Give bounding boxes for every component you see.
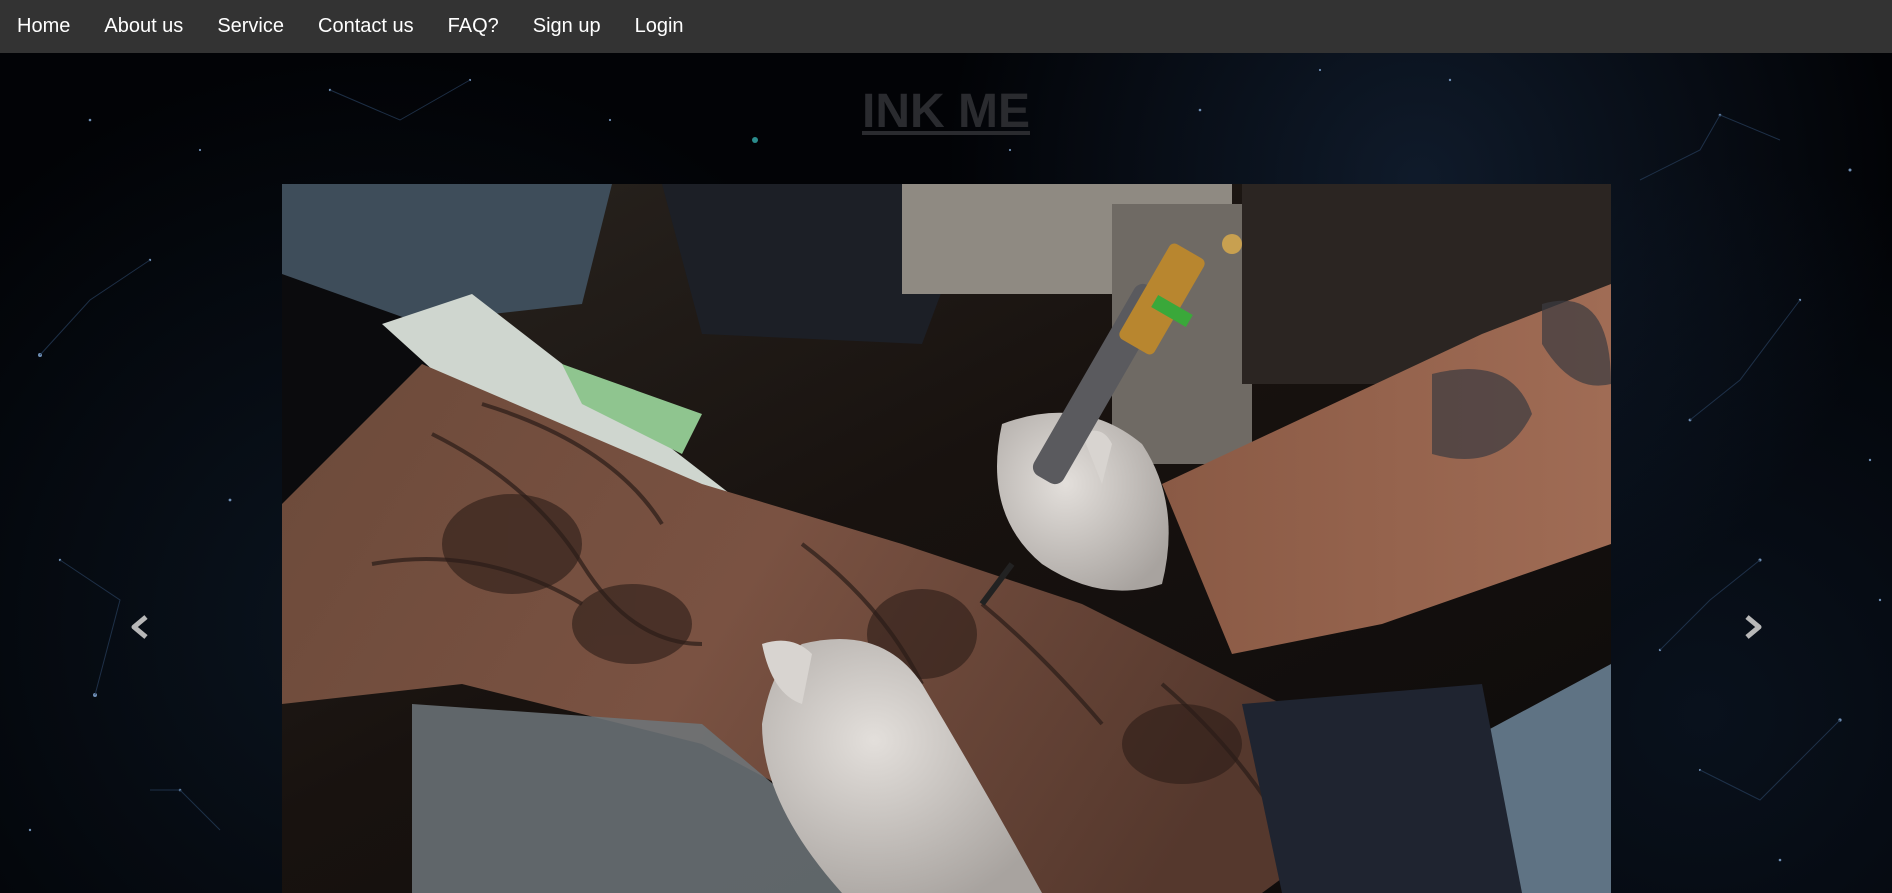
page: Home About us Service Contact us FAQ? Si… bbox=[0, 0, 1892, 893]
carousel-prev-button[interactable] bbox=[120, 612, 160, 642]
nav-item-service[interactable]: Service bbox=[200, 4, 301, 49]
page-title[interactable]: INK ME bbox=[862, 85, 1030, 138]
nav-item-home[interactable]: Home bbox=[0, 4, 87, 49]
page-title-container: INK ME bbox=[0, 84, 1892, 139]
nav-item-faq[interactable]: FAQ? bbox=[431, 4, 516, 49]
image-carousel[interactable] bbox=[282, 184, 1611, 893]
carousel-next-button[interactable] bbox=[1733, 612, 1773, 642]
chevron-right-icon bbox=[1745, 615, 1762, 639]
nav-item-contact-us[interactable]: Contact us bbox=[301, 4, 431, 49]
carousel-slide-image bbox=[282, 184, 1611, 893]
top-nav: Home About us Service Contact us FAQ? Si… bbox=[0, 0, 1892, 53]
nav-item-about-us[interactable]: About us bbox=[87, 4, 200, 49]
nav-item-login[interactable]: Login bbox=[618, 4, 701, 49]
chevron-left-icon bbox=[131, 615, 148, 639]
nav-item-sign-up[interactable]: Sign up bbox=[516, 4, 618, 49]
